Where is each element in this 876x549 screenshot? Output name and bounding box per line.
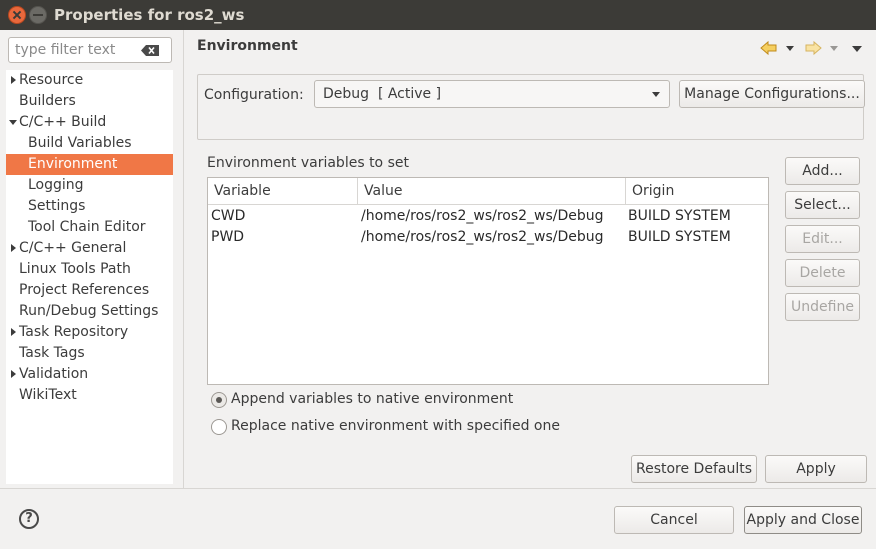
tree-item-label: Resource <box>19 72 84 88</box>
right-panel: Environment Configuration: Debug [ Activ… <box>185 30 876 488</box>
tree-item[interactable]: Task Tags <box>6 343 173 364</box>
properties-tree: Resource Builders C/C++ Build Build Variabl… <box>6 70 173 484</box>
edit-button[interactable]: Edit... <box>785 225 860 253</box>
cell-variable: PWD <box>211 229 245 245</box>
tree-item[interactable]: Linux Tools Path <box>6 259 173 280</box>
forward-arrow-icon[interactable] <box>804 40 822 56</box>
tree-item-label: Validation <box>19 366 89 382</box>
tree-item-label: Environment <box>28 156 118 172</box>
tree-item-label: Project References <box>19 282 150 298</box>
tree-item-label: C/C++ Build <box>19 114 107 130</box>
minimize-window-button[interactable] <box>29 6 47 24</box>
tree-item[interactable]: C/C++ Build <box>6 112 173 133</box>
undefine-button[interactable]: Undefine <box>785 293 860 321</box>
tree-item[interactable]: Resource <box>6 70 173 91</box>
page-title: Environment <box>197 38 298 54</box>
tree-item[interactable]: Tool Chain Editor <box>6 217 173 238</box>
expand-right-arrow-icon[interactable] <box>11 76 16 84</box>
cell-value: /home/ros/ros2_ws/ros2_ws/Debug <box>361 208 604 224</box>
env-variables-table[interactable]: Variable Value Origin CWD /home/ros/ros2… <box>207 177 769 385</box>
manage-configurations-button[interactable]: Manage Configurations... <box>679 80 865 108</box>
chevron-down-icon <box>652 92 660 97</box>
tree-item[interactable]: Build Variables <box>6 133 173 154</box>
tree-item[interactable]: C/C++ General <box>6 238 173 259</box>
table-header: Variable Value Origin <box>208 178 768 205</box>
tree-item-label: Logging <box>28 177 84 193</box>
tree-item-label: WikiText <box>19 387 77 403</box>
cancel-button[interactable]: Cancel <box>614 506 734 534</box>
expand-right-arrow-icon[interactable] <box>11 244 16 252</box>
tree-item-label: Task Tags <box>19 345 85 361</box>
tree-item-label: Builders <box>19 93 76 109</box>
tree-item[interactable]: Run/Debug Settings <box>6 301 173 322</box>
clear-filter-icon[interactable] <box>141 45 159 56</box>
table-row[interactable]: CWD /home/ros/ros2_ws/ros2_ws/Debug BUIL… <box>208 206 768 227</box>
configuration-group: Configuration: Debug [ Active ] Manage C… <box>197 74 865 140</box>
tree-item[interactable]: Environment <box>6 154 173 175</box>
window-title: Properties for ros2_ws <box>54 6 245 24</box>
delete-button[interactable]: Delete <box>785 259 860 287</box>
help-icon[interactable]: ? <box>19 509 39 529</box>
tree-item-label: Tool Chain Editor <box>28 219 146 235</box>
column-header-value[interactable]: Value <box>358 178 626 205</box>
back-arrow-icon[interactable] <box>760 40 778 56</box>
cell-variable: CWD <box>211 208 246 224</box>
add-button[interactable]: Add... <box>785 157 860 185</box>
select-button[interactable]: Select... <box>785 191 860 219</box>
column-header-variable[interactable]: Variable <box>208 178 358 205</box>
tree-item-label: C/C++ General <box>19 240 127 256</box>
tree-item[interactable]: Project References <box>6 280 173 301</box>
cell-origin: BUILD SYSTEM <box>628 229 731 245</box>
expand-down-arrow-icon[interactable] <box>9 120 17 125</box>
tree-item-label: Linux Tools Path <box>19 261 131 277</box>
filter-input[interactable] <box>15 41 139 59</box>
configuration-dropdown[interactable]: Debug [ Active ] <box>314 80 670 108</box>
tree-item[interactable]: Builders <box>6 91 173 112</box>
title-bar: Properties for ros2_ws <box>0 0 876 30</box>
expand-right-arrow-icon[interactable] <box>11 328 16 336</box>
tree-item-label: Build Variables <box>28 135 132 151</box>
append-radio-label[interactable]: Append variables to native environment <box>231 391 513 407</box>
table-row[interactable]: PWD /home/ros/ros2_ws/ros2_ws/Debug BUIL… <box>208 227 768 248</box>
close-window-button[interactable] <box>8 6 26 24</box>
tree-item[interactable]: Task Repository <box>6 322 173 343</box>
cell-origin: BUILD SYSTEM <box>628 208 731 224</box>
replace-radio-label[interactable]: Replace native environment with specifie… <box>231 418 560 434</box>
env-section-label: Environment variables to set <box>207 155 409 171</box>
view-menu-icon[interactable] <box>852 46 862 52</box>
column-header-origin[interactable]: Origin <box>626 178 768 205</box>
tree-item[interactable]: Validation <box>6 364 173 385</box>
tree-item[interactable]: Logging <box>6 175 173 196</box>
cell-value: /home/ros/ros2_ws/ros2_ws/Debug <box>361 229 604 245</box>
tree-item[interactable]: WikiText <box>6 385 173 406</box>
back-menu-chevron-down-icon[interactable] <box>786 46 794 51</box>
configuration-value: Debug [ Active ] <box>323 86 442 102</box>
forward-menu-chevron-down-icon[interactable] <box>830 46 838 51</box>
expand-right-arrow-icon[interactable] <box>11 370 16 378</box>
apply-and-close-button[interactable]: Apply and Close <box>744 506 862 534</box>
tree-item-label: Run/Debug Settings <box>19 303 159 319</box>
tree-item-label: Task Repository <box>19 324 129 340</box>
tree-item-label: Settings <box>28 198 86 214</box>
configuration-label: Configuration: <box>204 87 304 103</box>
tree-item[interactable]: Settings <box>6 196 173 217</box>
append-radio[interactable] <box>211 392 227 408</box>
restore-defaults-button[interactable]: Restore Defaults <box>631 455 757 483</box>
replace-radio[interactable] <box>211 419 227 435</box>
apply-button[interactable]: Apply <box>765 455 867 483</box>
filter-box <box>8 37 172 63</box>
left-panel: Resource Builders C/C++ Build Build Variabl… <box>0 30 184 488</box>
dialog-button-bar: ? Cancel Apply and Close <box>0 488 876 549</box>
